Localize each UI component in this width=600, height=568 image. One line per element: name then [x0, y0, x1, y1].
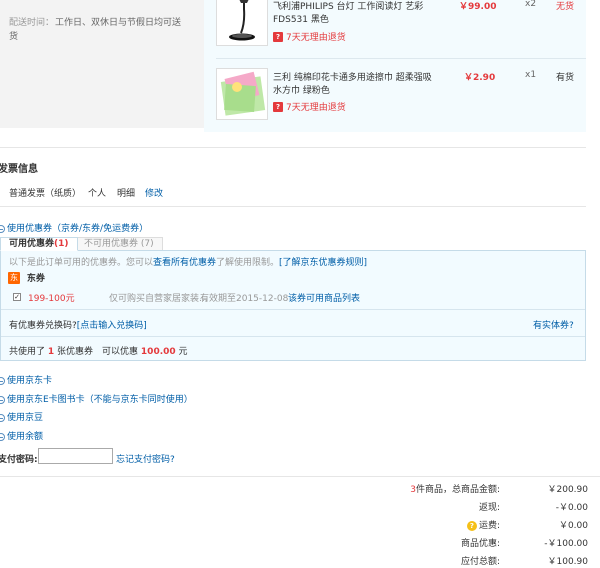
return-badge-icon: ? — [273, 31, 283, 42]
invoice-content: 明细 — [117, 189, 136, 199]
use-jd-card[interactable]: 使用京东卡 — [0, 373, 52, 386]
totals-rebate-value: -￥0.00 — [555, 503, 588, 513]
tab-unavailable-coupons[interactable]: 不可用优惠券 (7) — [75, 237, 163, 251]
section-divider — [0, 147, 586, 148]
product-title-line1[interactable]: 三利 纯棉印花卡通多用途擦巾 超柔强吸 — [273, 70, 432, 83]
product-title-line2[interactable]: FDS531 黑色 — [273, 12, 329, 25]
product-image-towel[interactable] — [216, 68, 268, 120]
totals-discount-value: -￥100.00 — [544, 539, 588, 549]
coupon-rules-link[interactable]: [了解京东优惠券规则] — [279, 258, 367, 268]
shipping-info-panel: 配送时间： 工作日、双休日与节假日均可送 货 — [0, 0, 204, 128]
totals-shipping-label: ? 运费: — [466, 518, 500, 531]
coupon-goods-link[interactable]: 该券可用商品列表 — [288, 291, 360, 304]
totals-due-label: 应付总额: — [460, 557, 500, 567]
product-list-panel: 飞利浦PHILIPS 台灯 工作阅读灯 艺彩 FDS531 黑色 ? 7天无理由退… — [204, 0, 586, 132]
use-balance[interactable]: 使用余额 — [0, 429, 43, 442]
tab-available-coupons[interactable]: 可用优惠券(1) — [0, 237, 78, 251]
section-divider — [0, 206, 586, 207]
product-price: ￥2.90 — [464, 73, 496, 83]
coupon-divider — [1, 309, 585, 310]
invoice-recipient: 个人 — [88, 189, 107, 199]
use-jingdou[interactable]: 使用京豆 — [0, 410, 43, 423]
coupon-checkbox[interactable]: ✓ — [13, 292, 21, 302]
password-input[interactable] — [38, 448, 113, 464]
coupon-section-header: 东 东券 — [8, 271, 45, 284]
checkmark-icon: ✓ — [13, 293, 21, 301]
coupon-summary: 共使用了 1 张优惠券 可以优惠 100.00 元 — [9, 347, 188, 357]
totals-items-value: ￥200.90 — [547, 485, 589, 495]
product-stock: 有货 — [556, 73, 575, 83]
dongquan-badge: 东 — [8, 271, 20, 284]
coupon-info: 以下是此订单可用的优惠券。您可以查看所有优惠券了解使用限制。[了解京东优惠券规则… — [9, 258, 368, 268]
forgot-password-link[interactable]: 忘记支付密码? — [116, 452, 175, 465]
shipping-time-value: 工作日、双休日与节假日均可送 — [55, 18, 182, 28]
use-e-card[interactable]: 使用京东E卡图书卡（不能与京东卡同时使用） — [0, 392, 193, 405]
shipping-time-label: 配送时间： — [9, 18, 55, 28]
expand-icon — [0, 395, 5, 404]
coupon-expiry: 有效期至2015-12-08 — [200, 294, 289, 304]
totals-due-value: ￥100.90 — [547, 557, 589, 567]
expand-icon — [0, 432, 5, 441]
coupon-toggle[interactable]: 使用优惠券（京券/东券/免运费券） — [0, 221, 148, 234]
totals-items-label: 3件商品，总商品金额: — [410, 485, 500, 495]
towel-image — [217, 69, 267, 119]
coupon-panel: 以下是此订单可用的优惠券。您可以查看所有优惠券了解使用限制。[了解京东优惠券规则… — [0, 250, 586, 361]
warning-icon[interactable]: ? — [466, 520, 477, 531]
invoice-edit-link[interactable]: 修改 — [145, 186, 163, 199]
product-title-line2[interactable]: 水方巾 绿粉色 — [273, 83, 330, 96]
product-image-lamp[interactable] — [216, 0, 268, 46]
collapse-icon — [0, 224, 5, 233]
item-divider — [216, 58, 586, 59]
return-policy: ? 7天无理由退货 — [273, 30, 346, 43]
physical-coupon-link[interactable]: 有实体券? — [533, 318, 574, 331]
product-qty: x1 — [525, 70, 537, 80]
view-all-coupons-link[interactable]: 查看所有优惠券 — [153, 258, 216, 268]
totals-rebate-label: 返现: — [478, 503, 500, 513]
exchange-code-row: 有优惠券兑换码?[点击输入兑换码] — [9, 321, 147, 331]
coupon-restriction: 仅可购买自营家居家装... — [109, 294, 208, 304]
shipping-time-value-cont: 货 — [9, 32, 19, 42]
product-price: ￥99.00 — [459, 2, 497, 12]
section-divider — [0, 476, 600, 477]
password-label: 支付密码: — [0, 455, 38, 465]
product-qty: x2 — [525, 0, 537, 9]
expand-icon — [0, 413, 5, 422]
expand-icon — [0, 376, 5, 385]
coupon-divider — [1, 336, 585, 337]
product-title-line1[interactable]: 飞利浦PHILIPS 台灯 工作阅读灯 艺彩 — [273, 0, 423, 12]
coupon-amount: 199-100元 — [28, 294, 75, 304]
invoice-heading: 发票信息 — [0, 164, 38, 175]
product-stock: 无货 — [556, 2, 575, 12]
enter-exchange-code-link[interactable]: [点击输入兑换码] — [77, 321, 147, 331]
totals-discount-label: 商品优惠: — [460, 539, 500, 549]
lamp-image — [217, 0, 267, 45]
return-badge-icon: ? — [273, 101, 283, 112]
totals-shipping-value: ￥0.00 — [558, 521, 588, 531]
invoice-type: 普通发票（纸质） — [9, 189, 82, 199]
return-policy: ? 7天无理由退货 — [273, 100, 346, 113]
